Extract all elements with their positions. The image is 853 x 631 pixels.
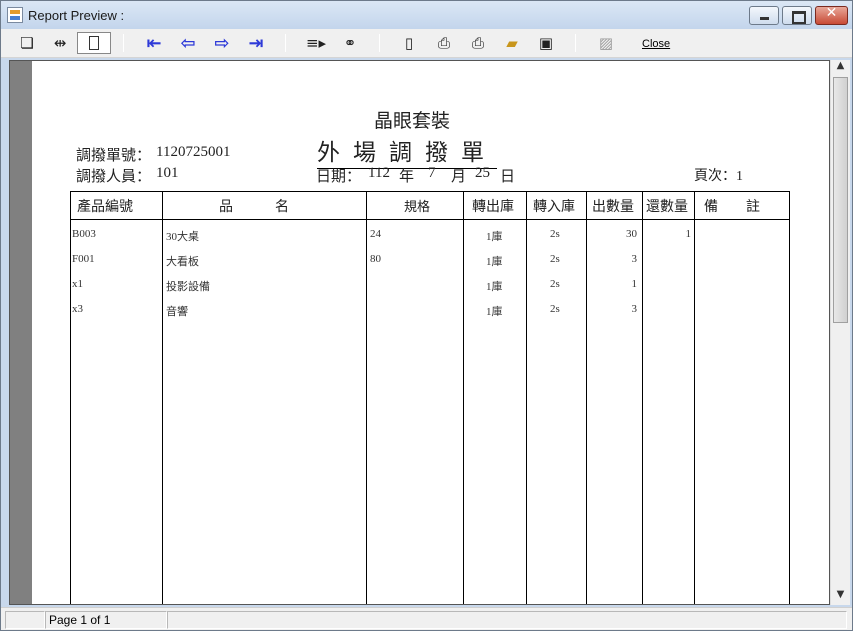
toolbar-separator xyxy=(285,34,286,52)
cell-name: 投影設備 xyxy=(166,281,210,293)
last-page-icon[interactable]: ⇥ xyxy=(244,32,268,54)
cell-out: 1庫 xyxy=(486,281,503,293)
title-bar: Report Preview : ✕ xyxy=(1,1,852,29)
cell-code: F001 xyxy=(72,253,95,265)
export-disabled-icon: ▨ xyxy=(598,34,614,52)
report-preview-area: 晶眼套裝 外場調撥單 調撥單號： 1120725001 調撥人員： 101 日期… xyxy=(9,60,830,605)
close-window-button[interactable]: ✕ xyxy=(815,5,848,25)
staff-label: 調撥人員： xyxy=(76,169,152,185)
copy-page-icon[interactable]: ▯ xyxy=(398,32,420,54)
header-spec: 規格 xyxy=(404,199,431,214)
save-disk-icon[interactable]: ▣ xyxy=(535,32,557,54)
cell-in: 2s xyxy=(550,303,560,315)
page-number: 頁次：1 xyxy=(694,169,743,184)
column-divider xyxy=(526,192,527,604)
app-icon xyxy=(7,7,23,23)
vertical-scrollbar[interactable]: ▲ ▼ xyxy=(830,60,850,605)
minimize-button[interactable] xyxy=(749,6,779,25)
date-year: 112 xyxy=(368,165,390,181)
column-divider xyxy=(694,192,695,604)
cell-in: 2s xyxy=(550,253,560,265)
page-single-icon[interactable]: ❏ xyxy=(17,32,37,54)
date-day: 25 xyxy=(475,165,490,181)
cell-spec: 80 xyxy=(370,253,381,265)
cell-code: B003 xyxy=(72,228,96,240)
close-button[interactable]: Close xyxy=(642,38,670,50)
close-x-icon: ✕ xyxy=(825,5,838,21)
print-icon[interactable]: ⎙ xyxy=(467,32,489,54)
report-title: 外場調撥單 xyxy=(317,133,497,169)
header-qty-return: 還數量 xyxy=(646,200,688,215)
column-divider xyxy=(642,192,643,604)
cell-name: 音響 xyxy=(166,306,188,318)
page-width-icon[interactable]: ⇹ xyxy=(48,32,72,54)
month-unit: 月 xyxy=(451,169,467,185)
cell-name: 大看板 xyxy=(166,256,199,268)
transfer-no-label: 調撥單號： xyxy=(76,148,152,164)
report-page: 晶眼套裝 外場調撥單 調撥單號： 1120725001 調撥人員： 101 日期… xyxy=(32,61,829,604)
cell-out: 1庫 xyxy=(486,256,503,268)
cell-qty-return: 1 xyxy=(685,228,692,240)
company-name: 晶眼套裝 xyxy=(374,111,451,132)
window-title: Report Preview : xyxy=(28,8,125,23)
column-divider xyxy=(162,192,163,604)
cell-in: 2s xyxy=(550,278,560,290)
day-unit: 日 xyxy=(500,169,516,185)
date-label: 日期： xyxy=(316,169,362,185)
cell-in: 2s xyxy=(550,228,560,240)
cell-name: 30大桌 xyxy=(166,231,199,243)
column-divider xyxy=(586,192,587,604)
column-divider xyxy=(366,192,367,604)
toolbar-separator xyxy=(123,34,124,52)
status-bar: Page 1 of 1 xyxy=(1,607,852,630)
page-indicator: Page 1 of 1 xyxy=(45,611,167,629)
header-product-name: 品 名 xyxy=(219,200,289,215)
transfer-no-value: 1120725001 xyxy=(156,144,231,160)
previous-page-icon[interactable]: ⇦ xyxy=(176,32,200,54)
cell-qty-out: 3 xyxy=(631,303,638,315)
cell-spec: 24 xyxy=(370,228,381,240)
print-setup-icon[interactable]: ⎙ xyxy=(433,32,455,54)
year-unit: 年 xyxy=(399,169,415,185)
date-month: 7 xyxy=(428,165,436,181)
cell-code: x1 xyxy=(72,278,83,290)
cell-code: x3 xyxy=(72,303,83,315)
cell-qty-out: 3 xyxy=(631,253,638,265)
cell-qty-out: 30 xyxy=(626,228,637,240)
header-note: 備 註 xyxy=(704,200,760,215)
full-page-button[interactable] xyxy=(77,32,111,54)
staff-value: 101 xyxy=(156,165,179,181)
header-out-warehouse: 轉出庫 xyxy=(472,200,514,215)
cell-qty-out: 1 xyxy=(631,278,638,290)
maximize-button[interactable] xyxy=(782,6,812,25)
toolbar-separator xyxy=(379,34,380,52)
header-qty-out: 出數量 xyxy=(592,200,634,215)
status-cell-empty xyxy=(5,611,45,629)
find-binoculars-icon[interactable]: ⚭ xyxy=(339,32,361,54)
report-preview-window: Report Preview : ✕ ❏ ⇹ ⇤ ⇦ ⇨ ⇥ ≡▸ ⚭ ▯ ⎙ … xyxy=(0,0,853,631)
toolbar-separator xyxy=(575,34,576,52)
next-page-icon[interactable]: ⇨ xyxy=(210,32,234,54)
status-cell-rest xyxy=(167,611,847,629)
scroll-down-icon[interactable]: ▼ xyxy=(831,589,850,605)
open-folder-icon[interactable]: ▰ xyxy=(501,32,523,54)
header-product-code: 產品編號 xyxy=(77,200,133,215)
toolbar: ❏ ⇹ ⇤ ⇦ ⇨ ⇥ ≡▸ ⚭ ▯ ⎙ ⎙ ▰ ▣ ▨ Close xyxy=(1,29,852,58)
first-page-icon[interactable]: ⇤ xyxy=(142,32,166,54)
header-in-warehouse: 轉入庫 xyxy=(533,200,575,215)
scroll-up-icon[interactable]: ▲ xyxy=(831,60,850,76)
transfer-table: 產品編號 品 名 規格 轉出庫 轉入庫 出數量 還數量 備 註 B003 30大… xyxy=(70,191,790,604)
scroll-thumb[interactable] xyxy=(833,77,848,323)
column-divider xyxy=(463,192,464,604)
goto-page-icon[interactable]: ≡▸ xyxy=(305,32,327,54)
header-divider xyxy=(71,219,789,220)
cell-out: 1庫 xyxy=(486,306,503,318)
cell-out: 1庫 xyxy=(486,231,503,243)
